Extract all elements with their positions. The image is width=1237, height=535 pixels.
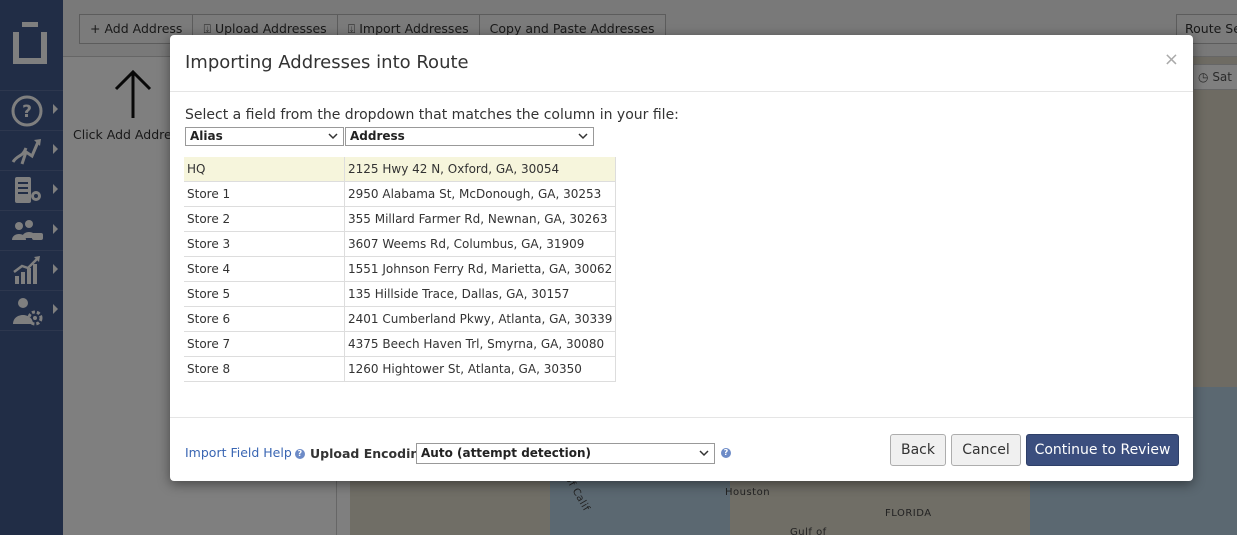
chevron-down-icon (699, 450, 709, 457)
import-field-help-link[interactable]: Import Field Help? (185, 445, 305, 460)
close-icon[interactable]: × (1164, 49, 1179, 70)
column-1-field-select[interactable]: Alias (185, 127, 344, 146)
question-icon[interactable]: ? (721, 448, 731, 458)
table-row: Store 3 3607 Weems Rd, Columbus, GA, 3190… (184, 231, 617, 257)
question-icon: ? (294, 449, 305, 459)
upload-encoding-label: Upload Encoding: (310, 446, 434, 461)
table-row: Store 7 4375 Beech Haven Trl, Smyrna, GA,… (184, 331, 617, 357)
import-addresses-dialog: Importing Addresses into Route × Select … (170, 35, 1193, 481)
column-2-field-select[interactable]: Address (345, 127, 594, 146)
field-mapping-instruction: Select a field from the dropdown that ma… (185, 107, 679, 123)
dialog-title: Importing Addresses into Route (185, 52, 469, 73)
chevron-down-icon (578, 133, 588, 140)
upload-encoding-select[interactable]: Auto (attempt detection) (416, 443, 715, 464)
dialog-header: Importing Addresses into Route × (170, 35, 1193, 92)
table-row: Store 1 2950 Alabama St, McDonough, GA, 3… (184, 181, 617, 207)
table-row: Store 4 1551 Johnson Ferry Rd, Marietta, … (184, 256, 617, 282)
table-row: HQ 2125 Hwy 42 N, Oxford, GA, 30054 (184, 157, 617, 182)
dialog-footer: Import Field Help? Upload Encoding: Auto… (170, 417, 1193, 482)
import-preview-table: HQ 2125 Hwy 42 N, Oxford, GA, 30054 Store… (184, 157, 617, 382)
chevron-down-icon (328, 133, 338, 140)
table-row: Store 2 355 Millard Farmer Rd, Newnan, GA… (184, 206, 617, 232)
continue-to-review-button[interactable]: Continue to Review (1026, 434, 1179, 466)
table-row: Store 8 1260 Hightower St, Atlanta, GA, 3… (184, 356, 617, 382)
cancel-button[interactable]: Cancel (951, 434, 1021, 466)
table-row: Store 6 2401 Cumberland Pkwy, Atlanta, GA… (184, 306, 617, 332)
back-button[interactable]: Back (890, 434, 946, 466)
table-row: Store 5 135 Hillside Trace, Dallas, GA, 3… (184, 281, 617, 307)
